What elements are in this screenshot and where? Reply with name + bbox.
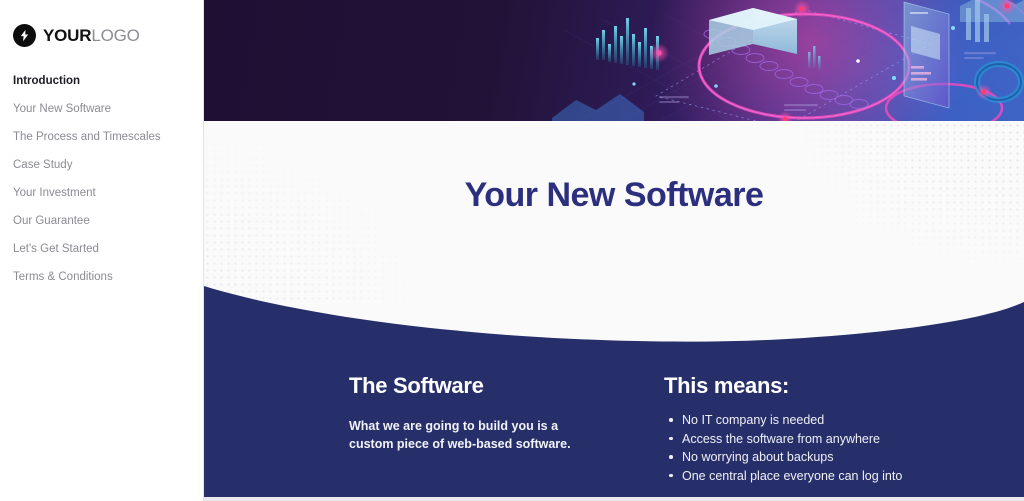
software-heading: The Software [349,373,484,398]
logo[interactable]: YOURLOGO [0,0,203,50]
hero-banner-image [204,0,1024,121]
sidebar-item-the-process-and-timescales[interactable]: The Process and Timescales [0,123,203,151]
content-columns: The Software What we are going to build … [349,373,994,486]
sidebar-item-introduction[interactable]: Introduction [0,67,203,95]
page-bottom-edge [204,497,1024,501]
this-means-block: This means: No IT company is needed Acce… [664,373,994,486]
page-title: Your New Software [464,176,764,214]
this-means-heading: This means: [664,373,790,398]
proposal-viewer: YOURLOGO Introduction Your New Software … [0,0,1024,501]
logo-text: YOURLOGO [43,27,140,44]
sidebar-nav: Introduction Your New Software The Proce… [0,67,203,291]
sidebar-item-our-guarantee[interactable]: Our Guarantee [0,207,203,235]
sidebar-item-case-study[interactable]: Case Study [0,151,203,179]
logo-text-bold: YOUR [43,25,92,45]
content-section: The Software What we are going to build … [204,240,1024,497]
software-block: The Software What we are going to build … [349,373,579,486]
benefits-list: No IT company is needed Access the softw… [664,412,994,484]
list-item: No IT company is needed [664,412,994,429]
sidebar-item-your-new-software[interactable]: Your New Software [0,95,203,123]
software-body: What we are going to build you is a cust… [349,419,571,452]
list-item: One central place everyone can log into [664,468,994,485]
logo-text-light: LOGO [91,25,140,45]
lightning-bolt-icon [13,23,36,47]
sidebar-item-lets-get-started[interactable]: Let's Get Started [0,235,203,263]
sidebar: YOURLOGO Introduction Your New Software … [0,0,204,501]
document-page: Your New Software The Software What we a… [204,0,1024,501]
list-item: Access the software from anywhere [664,431,994,448]
content-columns-wrap: The Software What we are going to build … [204,240,1024,497]
list-item: No worrying about backups [664,449,994,466]
sidebar-item-your-investment[interactable]: Your Investment [0,179,203,207]
sidebar-item-terms-and-conditions[interactable]: Terms & Conditions [0,263,203,291]
